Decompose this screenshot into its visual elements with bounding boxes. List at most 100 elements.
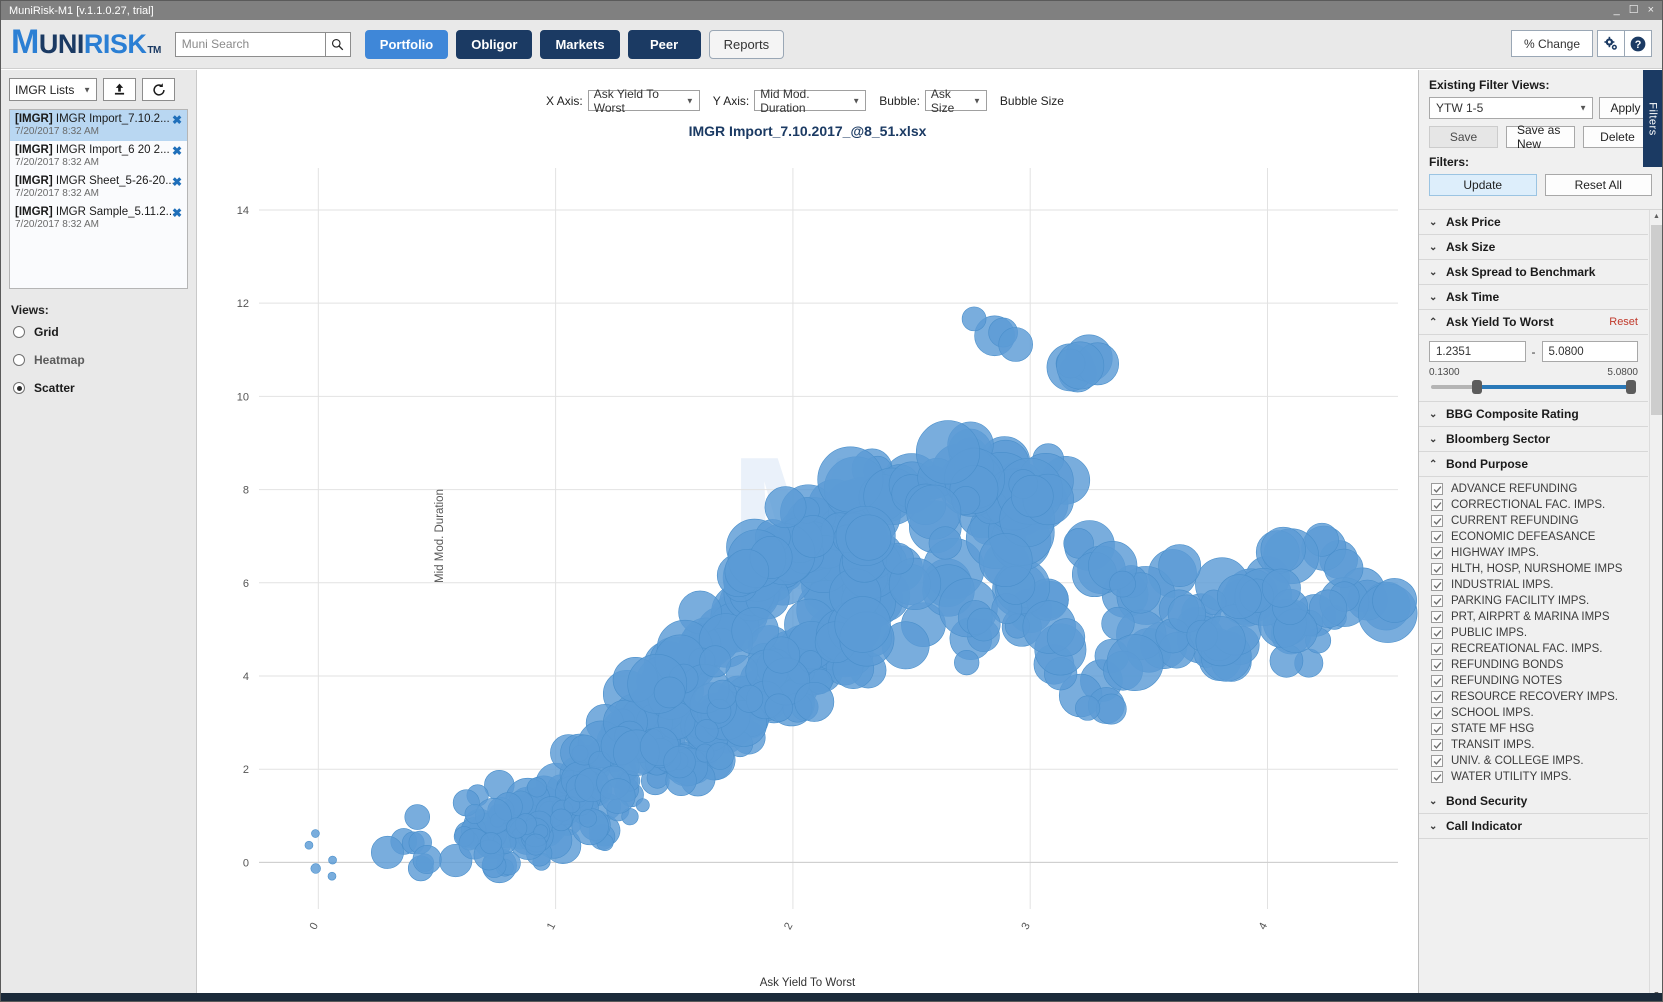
settings-button[interactable] [1597,30,1625,57]
filter-checkbox-row[interactable]: SCHOOL IMPS. [1419,705,1648,721]
checkbox-checked-icon[interactable] [1431,563,1443,575]
filter-checkbox-row[interactable]: PUBLIC IMPS. [1419,625,1648,641]
percent-change-button[interactable]: % Change [1510,30,1593,57]
checkbox-checked-icon[interactable] [1431,723,1443,735]
range-max-input[interactable]: 5.0800 [1541,341,1638,362]
bubble[interactable] [527,777,547,798]
bubble[interactable] [764,486,807,529]
checkbox-checked-icon[interactable] [1431,659,1443,671]
filter-section-header[interactable]: ⌄ Ask Time [1419,285,1648,310]
remove-list-item-icon[interactable]: ✖ [172,145,182,157]
bubble[interactable] [663,745,696,779]
bubble[interactable] [506,817,528,839]
bubble[interactable] [794,681,835,722]
close-button[interactable]: × [1648,1,1654,20]
checkbox-checked-icon[interactable] [1431,515,1443,527]
bubble[interactable] [998,327,1033,362]
checkbox-checked-icon[interactable] [1431,627,1443,639]
filter-checkbox-row[interactable]: HIGHWAY IMPS. [1419,545,1648,561]
nav-obligor[interactable]: Obligor [456,29,533,59]
save-as-new-button[interactable]: Save as New [1506,123,1575,151]
bubble[interactable] [328,855,337,865]
update-button[interactable]: Update [1429,174,1537,196]
view-option-heatmap[interactable]: Heatmap [13,353,188,367]
filter-checkbox-row[interactable]: RECREATIONAL FAC. IMPS. [1419,641,1648,657]
filter-checkbox-row[interactable]: ECONOMIC DEFEASANCE [1419,529,1648,545]
nav-peer[interactable]: Peer [627,29,701,59]
bubble[interactable] [1046,618,1086,657]
filter-checkbox-row[interactable]: RESOURCE RECOVERY IMPS. [1419,689,1648,705]
bubble[interactable] [1109,570,1136,598]
filter-checkbox-row[interactable]: STATE MF HSG [1419,721,1648,737]
remove-list-item-icon[interactable]: ✖ [172,114,182,126]
bubble[interactable] [1056,341,1105,390]
filter-section-header[interactable]: ⌄ Ask Spread to Benchmark [1419,260,1648,285]
remove-list-item-icon[interactable]: ✖ [172,176,182,188]
range-slider[interactable] [1431,380,1636,394]
checkbox-checked-icon[interactable] [1431,739,1443,751]
bubble[interactable] [834,596,891,653]
search-input[interactable] [174,31,325,57]
checkbox-checked-icon[interactable] [1431,531,1443,543]
x-axis-select[interactable]: Ask Yield To Worst ▼ [587,87,700,115]
filter-section-header[interactable]: ⌄ Ask Size [1419,235,1648,260]
checkbox-checked-icon[interactable] [1431,595,1443,607]
upload-list-button[interactable] [103,78,136,101]
bubble[interactable] [1011,474,1054,518]
checkbox-checked-icon[interactable] [1431,547,1443,559]
filters-tab[interactable]: Filters [1643,70,1662,167]
bubble[interactable] [978,533,1033,587]
view-option-grid[interactable]: Grid [13,325,188,339]
slider-thumb-max[interactable] [1626,380,1636,394]
list-item[interactable]: [IMGR] IMGR Sample_5.11.2... 7/20/2017 8… [10,203,187,234]
filter-checkbox-row[interactable]: CURRENT REFUNDING [1419,513,1648,529]
bubble[interactable] [954,649,980,676]
bubble[interactable] [1372,578,1417,623]
reset-all-button[interactable]: Reset All [1544,174,1652,196]
range-min-input[interactable]: 1.2351 [1429,341,1526,362]
bubble[interactable] [1095,693,1127,725]
list-item[interactable]: [IMGR] IMGR Sheet_5-26-20... 7/20/2017 8… [10,172,187,203]
filter-scrollbar[interactable]: ▲ ▼ [1649,210,1662,1001]
filter-checkbox-row[interactable]: REFUNDING NOTES [1419,673,1648,689]
filter-section-header[interactable]: ⌄ BBG Composite Rating [1419,402,1648,427]
bubble[interactable] [404,804,431,830]
checkbox-checked-icon[interactable] [1431,643,1443,655]
list-type-dropdown[interactable]: IMGR Lists ▼ [9,78,97,101]
checkbox-checked-icon[interactable] [1431,483,1443,495]
bubble[interactable] [600,778,636,814]
bubble[interactable] [764,693,793,722]
bubble[interactable] [699,645,732,678]
bubble[interactable] [412,845,442,875]
checkbox-checked-icon[interactable] [1431,499,1443,511]
filter-section-header[interactable]: ⌄ Call Indicator [1419,814,1648,839]
filter-reset-link[interactable]: Reset [1609,316,1638,328]
bubble[interactable] [707,679,738,709]
filter-section-header[interactable]: ⌃ Bond Purpose [1419,452,1648,477]
bubble[interactable] [479,832,502,855]
filter-accordion-scroll[interactable]: ⌄ Ask Price ⌄ Ask Size ⌄ Ask Spread to Benchm… [1419,209,1662,1001]
filter-checkbox-row[interactable]: HLTH, HOSP, NURSHOME IMPS [1419,561,1648,577]
checkbox-checked-icon[interactable] [1431,579,1443,591]
checkbox-checked-icon[interactable] [1431,611,1443,623]
scroll-up-icon[interactable]: ▲ [1650,210,1662,223]
bubble[interactable] [724,549,770,594]
bubble[interactable] [311,829,320,838]
bubble[interactable] [370,835,404,869]
bubble-select[interactable]: Ask Size ▼ [924,87,987,115]
list-item[interactable]: [IMGR] IMGR Import_6 20 2... 7/20/2017 8… [10,141,187,172]
bubble[interactable] [762,636,801,674]
remove-list-item-icon[interactable]: ✖ [172,207,182,219]
filter-checkbox-row[interactable]: REFUNDING BONDS [1419,657,1648,673]
filter-checkbox-row[interactable]: ADVANCE REFUNDING [1419,481,1648,497]
bubble[interactable] [635,798,650,813]
checkbox-checked-icon[interactable] [1431,755,1443,767]
scatter-plot[interactable]: 024681012140 1 2 3 4 [197,150,1418,1001]
bubble[interactable] [966,607,1001,642]
bubble[interactable] [961,306,987,332]
filter-section-header[interactable]: ⌃ Ask Yield To Worst Reset [1419,310,1648,335]
filter-checkbox-row[interactable]: TRANSIT IMPS. [1419,737,1648,753]
bubble[interactable] [1195,616,1246,667]
bubble[interactable] [1075,695,1101,721]
bubble[interactable] [304,840,314,850]
